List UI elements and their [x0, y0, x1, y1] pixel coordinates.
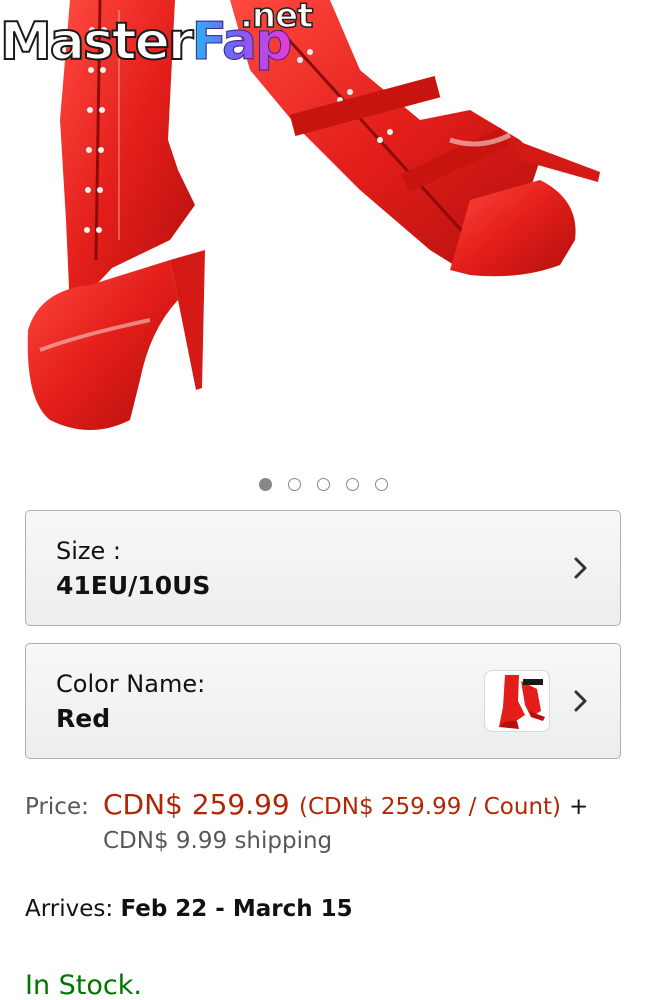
color-swatch-thumbnail — [484, 670, 550, 732]
watermark-text-net: .net — [239, 0, 314, 37]
product-page: MasterFap .net Size : 41EU/10US Color Na… — [0, 0, 646, 1000]
carousel-dot-2[interactable] — [287, 478, 301, 491]
arrives-dates: Feb 22 - March 15 — [120, 896, 353, 922]
chevron-right-icon — [574, 690, 587, 712]
carousel-dot-1[interactable] — [258, 478, 272, 491]
carousel-dot-3[interactable] — [316, 478, 330, 491]
stock-status: In Stock. — [25, 970, 142, 1000]
arrives-label: Arrives: — [25, 896, 121, 922]
price-plus-sign: + — [569, 794, 589, 820]
size-value: 41EU/10US — [56, 571, 211, 600]
left-boot-heel — [170, 250, 205, 390]
shipping-cost: CDN$ 9.99 shipping — [103, 828, 333, 854]
image-carousel-dots — [0, 478, 646, 491]
color-selector-button[interactable]: Color Name: Red — [25, 643, 621, 759]
watermark-logo: MasterFap .net — [0, 0, 314, 82]
boots-thumbnail-icon — [499, 675, 545, 729]
unit-price: (CDN$ 259.99 / Count) — [299, 794, 562, 820]
color-label: Color Name: — [56, 670, 206, 698]
color-value: Red — [56, 704, 111, 733]
watermark-text-master: Master — [0, 11, 195, 73]
chevron-right-icon — [574, 557, 587, 579]
price-label: Price: — [25, 794, 89, 820]
size-selector-button[interactable]: Size : 41EU/10US — [25, 510, 621, 626]
carousel-dot-4[interactable] — [345, 478, 359, 491]
delivery-estimate: Arrives: Feb 22 - March 15 — [25, 896, 353, 922]
carousel-dot-5[interactable] — [374, 478, 388, 491]
product-image[interactable]: MasterFap .net — [0, 0, 646, 470]
size-label: Size : — [56, 537, 121, 565]
price-amount: CDN$ 259.99 — [103, 788, 290, 821]
